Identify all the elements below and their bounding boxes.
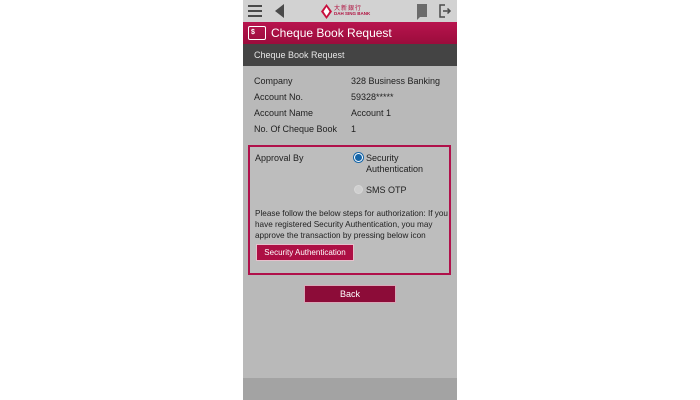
top-toolbar: 大新銀行 DAH SING BANK bbox=[243, 0, 457, 22]
account-no-value: 59328***** bbox=[351, 92, 394, 102]
cheque-book-count-value: 1 bbox=[351, 124, 357, 134]
authorization-instructions: Please follow the below steps for author… bbox=[255, 209, 448, 240]
page-title: Cheque Book Request bbox=[271, 26, 392, 40]
account-no-label: Account No. bbox=[254, 92, 304, 102]
company-value: 328 Business Banking bbox=[351, 76, 441, 86]
back-arrow-icon[interactable] bbox=[273, 0, 287, 22]
cheque-icon: $ bbox=[248, 26, 266, 40]
approval-by-label: Approval By bbox=[255, 153, 304, 163]
back-button[interactable]: Back bbox=[304, 285, 396, 303]
logo-english-text: DAH SING BANK bbox=[334, 11, 371, 16]
company-label: Company bbox=[254, 76, 293, 86]
sms-otp-radio[interactable] bbox=[354, 185, 363, 194]
cheque-book-count-label: No. Of Cheque Book bbox=[254, 124, 338, 134]
page-title-bar: $ Cheque Book Request bbox=[243, 22, 457, 44]
hamburger-icon[interactable] bbox=[248, 0, 264, 22]
bank-logo: 大新銀行 DAH SING BANK bbox=[321, 3, 379, 20]
security-authentication-radio[interactable] bbox=[354, 153, 363, 162]
security-authentication-button[interactable]: Security Authentication bbox=[256, 244, 354, 261]
section-header: Cheque Book Request bbox=[243, 44, 457, 66]
mobile-screen: 大新銀行 DAH SING BANK $ Cheque Book Request… bbox=[243, 0, 457, 400]
bottom-bar bbox=[243, 378, 457, 400]
section-title: Cheque Book Request bbox=[254, 50, 345, 60]
flag-icon[interactable] bbox=[415, 0, 429, 22]
sms-otp-option-label[interactable]: SMS OTP bbox=[366, 185, 407, 195]
account-name-label: Account Name bbox=[254, 108, 314, 118]
approval-panel: Approval By Security Authentication SMS … bbox=[248, 145, 451, 275]
logout-icon[interactable] bbox=[438, 0, 452, 22]
security-authentication-option-label[interactable]: Security Authentication bbox=[366, 153, 436, 175]
account-name-value: Account 1 bbox=[351, 108, 392, 118]
